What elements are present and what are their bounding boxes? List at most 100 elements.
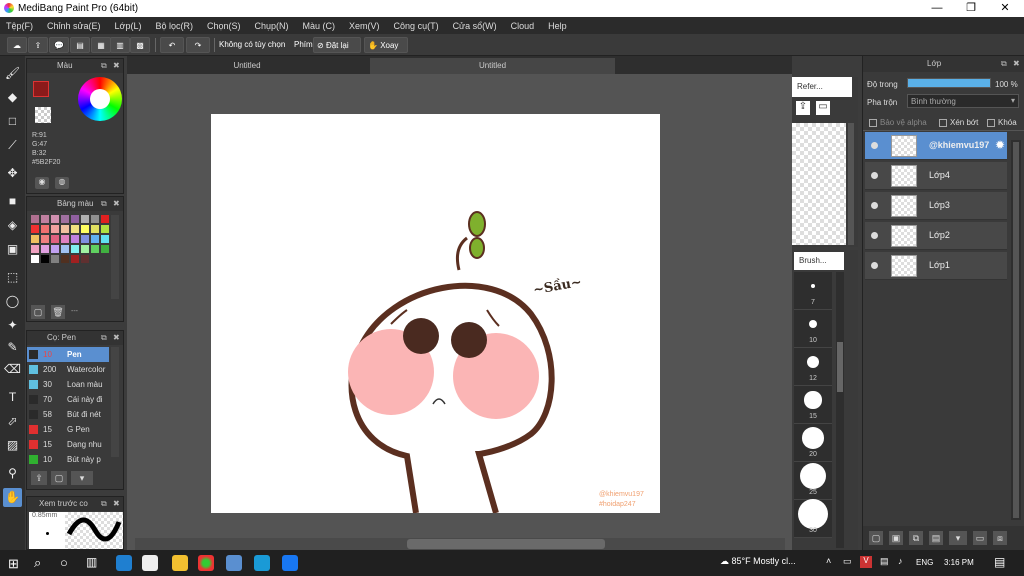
operation-tool-icon[interactable]: ⬀: [3, 412, 22, 431]
minimize-button[interactable]: —: [920, 0, 954, 17]
layer-row[interactable]: Lớp4: [865, 162, 1007, 190]
add-brush-icon[interactable]: ⇪: [31, 471, 47, 485]
hand-tool-icon[interactable]: ✋: [3, 488, 22, 507]
chrome-icon[interactable]: [198, 555, 214, 571]
palette-swatch[interactable]: [31, 245, 39, 253]
menu-help[interactable]: Help: [548, 21, 567, 31]
palette-swatch[interactable]: [81, 245, 89, 253]
brush-size-option[interactable]: 25: [794, 462, 832, 500]
palette-swatch[interactable]: [71, 245, 79, 253]
grid-icon[interactable]: ▥: [110, 37, 130, 53]
palette-swatch[interactable]: [101, 235, 109, 243]
rotate-button[interactable]: ✋ Xoay: [364, 37, 408, 53]
eye-icon[interactable]: [871, 232, 878, 239]
blend-mode-select[interactable]: Bình thường ▾: [907, 94, 1019, 108]
upload-icon[interactable]: ⇪: [28, 37, 48, 53]
palette-swatch[interactable]: [71, 225, 79, 233]
folder-icon[interactable]: ▭: [973, 531, 987, 545]
divide-tool-icon[interactable]: ▨: [3, 436, 22, 455]
palette-swatch[interactable]: [81, 255, 89, 263]
chat-icon[interactable]: 💬: [49, 37, 69, 53]
panel-close-icon[interactable]: ✖: [113, 197, 120, 211]
layer-menu-icon[interactable]: ▾: [949, 531, 967, 545]
notifications-icon[interactable]: ▤: [994, 555, 1005, 569]
undock-icon[interactable]: ⧉: [101, 497, 107, 511]
palette-swatch[interactable]: [51, 225, 59, 233]
tile-icon[interactable]: ▩: [130, 37, 150, 53]
brush-size-option[interactable]: 7: [794, 272, 832, 310]
doc-icon[interactable]: ▦: [91, 37, 111, 53]
reset-button[interactable]: ⊘ Đặt lại: [313, 37, 361, 53]
layer-row[interactable]: @khiemvu197 ✹: [865, 132, 1007, 160]
palette-grid[interactable]: [29, 213, 111, 277]
brush-item[interactable]: 10 Pen: [27, 347, 109, 362]
brush-item[interactable]: 10 Bút này p: [27, 452, 109, 467]
menu-layer[interactable]: Lớp(L): [115, 21, 142, 31]
antivirus-icon[interactable]: V: [860, 556, 872, 568]
panel-close-icon[interactable]: ✖: [1013, 56, 1020, 72]
palette-scrollbar[interactable]: [111, 215, 119, 299]
background-color-swatch[interactable]: [35, 107, 51, 123]
select-eraser-icon[interactable]: ⌫: [3, 360, 22, 379]
rect-tool-icon[interactable]: □: [3, 112, 22, 131]
brush-item[interactable]: 58 Bút đi nét: [27, 407, 109, 422]
panel-close-icon[interactable]: ✖: [113, 59, 120, 73]
palette-swatch[interactable]: [91, 235, 99, 243]
layer-row[interactable]: Lớp3: [865, 192, 1007, 220]
bucket-tool-icon[interactable]: ◈: [3, 216, 22, 235]
palette-swatch[interactable]: [61, 255, 69, 263]
palette-swatch[interactable]: [101, 225, 109, 233]
menu-snap[interactable]: Chụp(N): [255, 21, 289, 31]
brush-size-option[interactable]: 15: [794, 386, 832, 424]
cloud-icon[interactable]: ☁: [7, 37, 27, 53]
undock-icon[interactable]: ⧉: [101, 331, 107, 345]
panel-close-icon[interactable]: ✖: [113, 497, 120, 511]
edge-icon[interactable]: [116, 555, 132, 571]
menu-cloud[interactable]: Cloud: [511, 21, 535, 31]
panel-close-icon[interactable]: ✖: [113, 331, 120, 345]
weather-widget[interactable]: ☁ 85°F Mostly cl...: [720, 556, 796, 567]
merge-layer-icon[interactable]: ⧈: [993, 531, 1007, 545]
foreground-color-swatch[interactable]: [33, 81, 49, 97]
reference-folder-icon[interactable]: ▭: [816, 101, 830, 115]
palette-swatch[interactable]: [71, 255, 79, 263]
new-palette-icon[interactable]: ▢: [31, 305, 45, 319]
layer-scrollbar[interactable]: [1011, 140, 1021, 520]
palette-swatch[interactable]: [81, 215, 89, 223]
eye-icon[interactable]: [871, 142, 878, 149]
reference-upload-icon[interactable]: ⇪: [796, 101, 810, 115]
new-brush-icon[interactable]: ▢: [51, 471, 67, 485]
brush-size-scrollbar[interactable]: [836, 272, 844, 548]
palette-swatch[interactable]: [91, 215, 99, 223]
eraser-tool-icon[interactable]: ◆: [3, 88, 22, 107]
skype-icon[interactable]: [254, 555, 270, 571]
widgets-icon[interactable]: ▥: [86, 555, 97, 569]
windows-start-icon[interactable]: ⊞: [8, 556, 19, 572]
lasso-tool-icon[interactable]: ◯: [3, 292, 22, 311]
select-tool-icon[interactable]: ⬚: [3, 268, 22, 287]
new-layer-icon[interactable]: ▢: [869, 531, 883, 545]
brush-item[interactable]: 15 G Pen: [27, 422, 109, 437]
brush-item[interactable]: 70 Cái này đi: [27, 392, 109, 407]
brush-size-option[interactable]: 12: [794, 348, 832, 386]
brush-item[interactable]: 30 Loan màu: [27, 377, 109, 392]
volume-icon[interactable]: ♪: [898, 556, 903, 566]
layer-row[interactable]: Lớp2: [865, 222, 1007, 250]
text-tool-icon[interactable]: T: [3, 388, 22, 407]
menu-file[interactable]: Tệp(F): [6, 21, 33, 31]
network-icon[interactable]: ▤: [880, 556, 889, 567]
color-wheel[interactable]: [78, 77, 122, 121]
color-picker-icon[interactable]: ◍: [55, 177, 69, 189]
palette-swatch[interactable]: [51, 235, 59, 243]
palette-swatch[interactable]: [51, 245, 59, 253]
palette-swatch[interactable]: [61, 215, 69, 223]
palette-swatch[interactable]: [51, 215, 59, 223]
palette-swatch[interactable]: [61, 225, 69, 233]
gradient-tool-icon[interactable]: ▣: [3, 240, 22, 259]
brush-size-option[interactable]: 20: [794, 424, 832, 462]
file-explorer-icon[interactable]: [172, 555, 188, 571]
tray-app-icon[interactable]: ▭: [843, 556, 852, 567]
palette-swatch[interactable]: [41, 215, 49, 223]
brush-size-option[interactable]: 30: [794, 498, 832, 538]
layer-settings-gear-icon[interactable]: ✹: [995, 138, 1005, 152]
